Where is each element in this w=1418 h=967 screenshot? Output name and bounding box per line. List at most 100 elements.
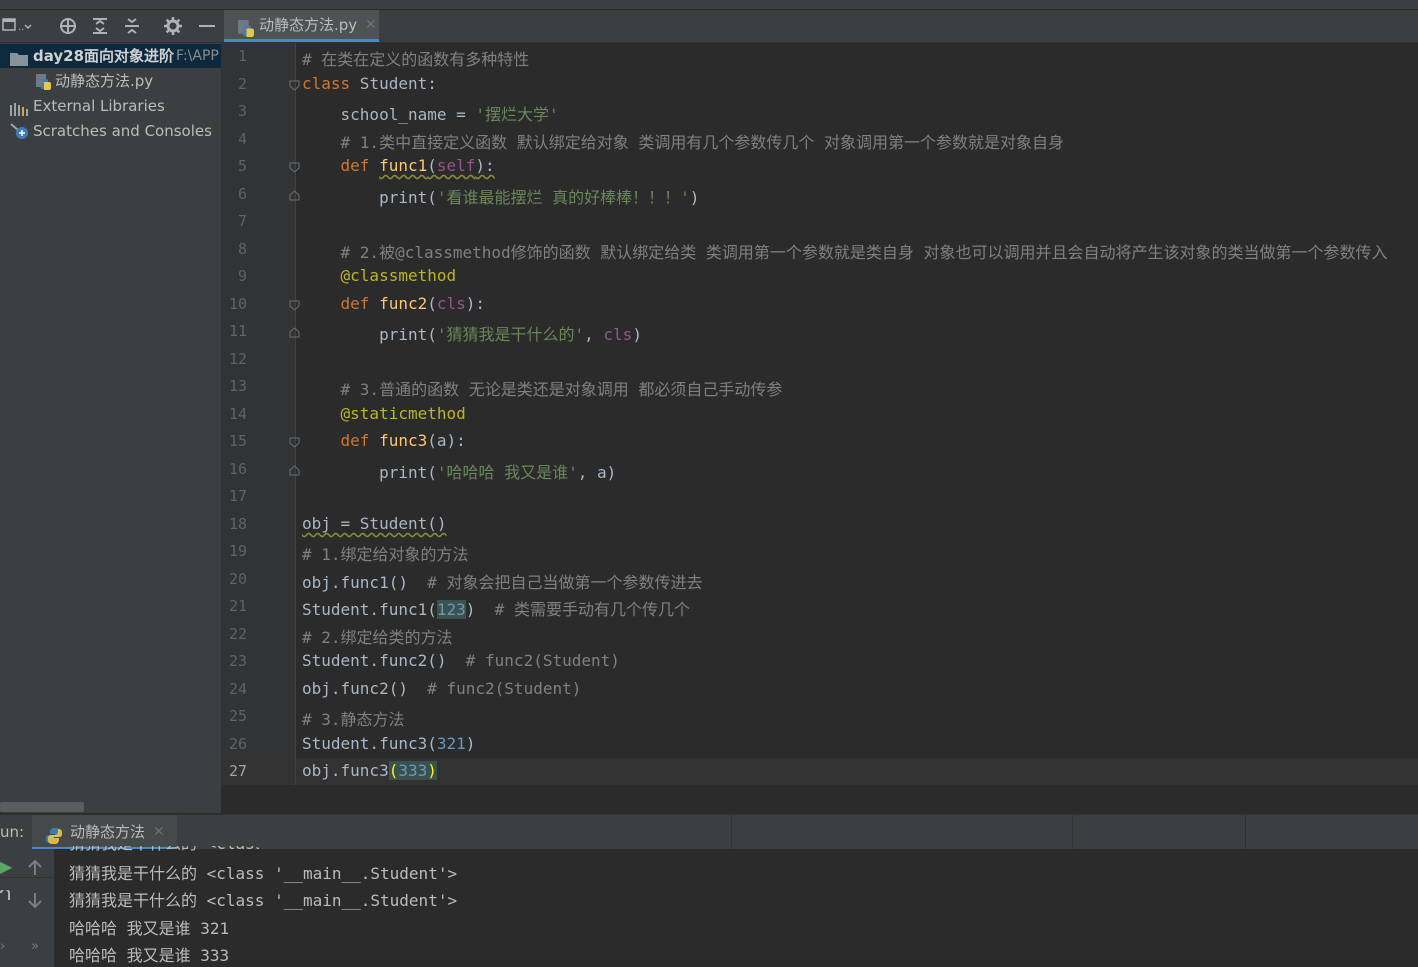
run-panel-header: un: 动静态方法 ✕	[0, 814, 1418, 850]
header-divider	[1072, 815, 1073, 850]
target-icon[interactable]	[58, 16, 78, 41]
gutter-separator	[295, 43, 296, 785]
python-file-icon	[35, 73, 52, 93]
line-number: 19	[228, 542, 247, 560]
code-line[interactable]: # 2.绑定给类的方法	[302, 624, 453, 648]
line-number: 15	[228, 432, 247, 450]
line-number: 3	[237, 102, 247, 120]
code-line[interactable]: print('哈哈哈 我又是谁', a)	[302, 459, 616, 483]
fold-marker-icon[interactable]	[289, 190, 300, 201]
run-tab-label: 动静态方法	[70, 823, 146, 841]
run-toolbar: ▶ › »	[0, 849, 54, 967]
code-line[interactable]: print('猜猜我是干什么的', cls)	[302, 321, 642, 345]
line-number: 8	[237, 240, 247, 258]
code-line[interactable]: Student.func2() # func2(Student)	[302, 651, 620, 670]
minimize-icon[interactable]	[197, 16, 217, 41]
tree-file-label: 动静态方法.py	[55, 72, 154, 90]
console-line: 猜猜我是干什么的 <class '__main__.Student'>	[69, 891, 458, 910]
wrench-icon[interactable]	[0, 888, 10, 908]
console-line: 猜猜我是干什么的 <class '__main__.Student'>	[69, 864, 458, 883]
scratches-icon	[9, 122, 29, 143]
collapse-all-icon[interactable]	[122, 16, 142, 41]
libraries-icon	[9, 99, 29, 118]
code-line[interactable]: obj.func2() # func2(Student)	[302, 679, 581, 698]
editor-tab-label: 动静态方法.py	[259, 16, 358, 34]
arrow-down-icon[interactable]	[27, 891, 43, 913]
tree-file-item[interactable]: 动静态方法.py	[0, 69, 221, 93]
line-number: 24	[228, 680, 247, 698]
project-toolbar: ..	[0, 10, 221, 43]
code-line[interactable]: obj = Student()	[302, 514, 447, 533]
code-line[interactable]: # 1.绑定给对象的方法	[302, 541, 469, 565]
code-line[interactable]: # 3.普通的函数 无论是类还是对象调用 都必须自己手动传参	[302, 376, 783, 400]
header-divider	[1245, 815, 1246, 850]
code-line[interactable]: Student.func3(321)	[302, 734, 475, 753]
fold-marker-icon[interactable]	[289, 327, 300, 338]
line-number: 7	[237, 212, 247, 230]
tree-horizontal-scrollbar[interactable]	[0, 802, 84, 812]
fold-marker-icon[interactable]	[289, 465, 300, 476]
code-line[interactable]: obj.func3(333)	[302, 761, 437, 780]
code-line[interactable]: # 1.类中直接定义函数 默认绑定给对象 类调用有几个参数传几个 对象调用第一个…	[302, 129, 1064, 153]
line-number: 1	[237, 47, 247, 65]
line-number: 2	[237, 75, 247, 93]
code-line[interactable]: school_name = '摆烂大学'	[302, 101, 559, 125]
code-line[interactable]: obj.func1() # 对象会把自己当做第一个参数传进去	[302, 569, 703, 593]
editor-tab-bar: 动静态方法.py ✕	[221, 10, 1418, 43]
tree-scratches-label: Scratches and Consoles	[33, 122, 212, 140]
line-number: 21	[228, 597, 247, 615]
line-number: 20	[228, 570, 247, 588]
code-line[interactable]: print('看谁最能摆烂 真的好棒棒！！！')	[302, 184, 699, 208]
run-tab[interactable]: 动静态方法 ✕	[32, 815, 177, 850]
line-number: 25	[228, 707, 247, 725]
fold-marker-icon[interactable]	[289, 80, 300, 91]
svg-text:..: ..	[18, 22, 24, 33]
line-number: 12	[228, 350, 247, 368]
line-number: 11	[228, 322, 247, 340]
line-number: 18	[228, 515, 247, 533]
code-line[interactable]: # 2.被@classmethod修饰的函数 默认绑定给类 类调用第一个参数就是…	[302, 239, 1388, 263]
line-number: 22	[228, 625, 247, 643]
tree-root-folder[interactable]: day28面向对象进阶 F:\APP	[0, 44, 221, 68]
code-line[interactable]: def func2(cls):	[302, 294, 486, 313]
tree-root-path: F:\APP	[176, 48, 219, 64]
fold-marker-icon[interactable]	[289, 437, 300, 448]
code-line[interactable]: @classmethod	[302, 266, 457, 285]
expand-all-icon[interactable]	[90, 16, 110, 41]
line-number: 17	[228, 487, 247, 505]
console-line: 哈哈哈 我又是谁 333	[69, 946, 230, 965]
rerun-icon[interactable]: ▶	[0, 857, 12, 876]
more-icon[interactable]: »	[31, 939, 39, 954]
code-line[interactable]: @staticmethod	[302, 404, 466, 423]
line-number-current: 27	[228, 762, 247, 780]
tree-external-libraries[interactable]: External Libraries	[0, 94, 221, 118]
tree-external-libraries-label: External Libraries	[33, 97, 165, 115]
layout-icon[interactable]: ..	[2, 15, 32, 40]
line-number: 26	[228, 735, 247, 753]
title-strip	[0, 0, 1418, 10]
gear-icon[interactable]	[163, 16, 183, 41]
close-icon[interactable]: ✕	[365, 10, 377, 40]
code-line[interactable]: def func3(a):	[302, 431, 466, 450]
code-line[interactable]: # 在类在定义的函数有多种特性	[302, 46, 529, 70]
line-number: 10	[228, 295, 247, 313]
line-number: 16	[228, 460, 247, 478]
line-number: 23	[228, 652, 247, 670]
fold-marker-icon[interactable]	[289, 300, 300, 311]
tree-scratches[interactable]: Scratches and Consoles	[0, 119, 221, 143]
tree-root-label: day28面向对象进阶	[33, 47, 175, 65]
code-line[interactable]: Student.func1(123) # 类需要手动有几个传几个	[302, 596, 690, 620]
code-line[interactable]: def func1(self):	[302, 156, 495, 175]
line-number: 4	[237, 130, 247, 148]
code-line[interactable]: class Student:	[302, 74, 437, 93]
line-number: 14	[228, 405, 247, 423]
line-number: 6	[237, 185, 247, 203]
editor-tab-active[interactable]: 动静态方法.py ✕	[224, 10, 379, 42]
clipped-output-line: 猜猜我是干什么的 <class '__main__.Student'>	[69, 846, 259, 851]
line-number: 9	[237, 267, 247, 285]
close-icon[interactable]: ✕	[153, 815, 165, 849]
run-label: un:	[0, 823, 25, 841]
code-line[interactable]: # 3.静态方法	[302, 706, 405, 730]
more-left-icon[interactable]: ›	[0, 939, 5, 954]
fold-marker-icon[interactable]	[289, 162, 300, 173]
